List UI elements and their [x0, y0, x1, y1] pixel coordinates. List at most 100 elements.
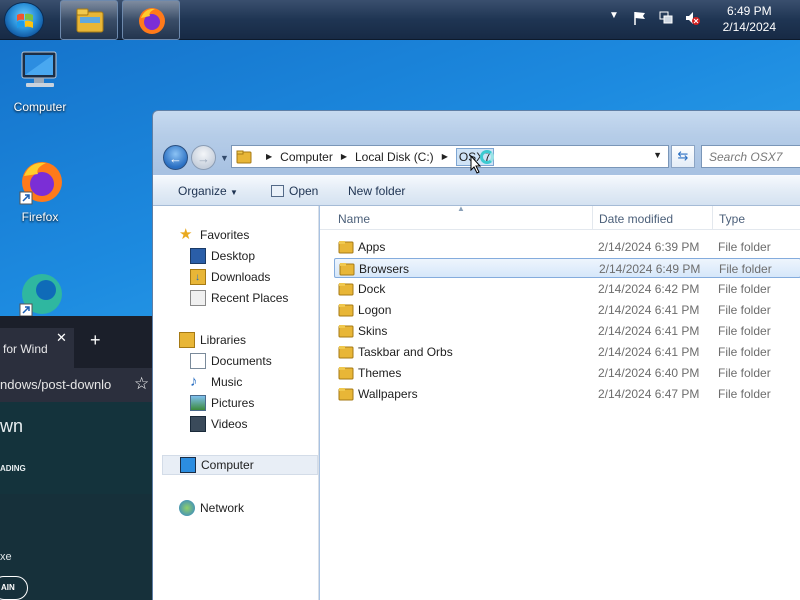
clock[interactable]: 6:49 PM 2/14/2024 — [723, 3, 776, 35]
network-icon[interactable] — [658, 10, 674, 26]
busy-spinner-icon — [480, 150, 494, 164]
breadcrumb: ▶ Computer ▶ Local Disk (C:) ▶ OSX7 — [258, 146, 494, 167]
breadcrumb-local-disk[interactable]: Local Disk (C:) — [355, 150, 434, 164]
site-nav-item[interactable]: ADING — [0, 464, 26, 473]
taskbar-firefox-button[interactable] — [122, 0, 180, 40]
file-list: Name ▲ Date modified Type Apps 2/14/2024… — [320, 204, 800, 600]
address-history-dropdown-icon[interactable]: ▼ — [653, 150, 662, 160]
file-row-dock[interactable]: Dock 2/14/2024 6:42 PM File folder — [334, 279, 800, 299]
volume-muted-icon[interactable] — [684, 10, 700, 26]
network-icon — [179, 500, 195, 516]
site-download-button[interactable]: AIN — [0, 576, 28, 600]
desktop-icon-computer[interactable]: Computer — [0, 48, 80, 114]
firefox-icon — [139, 8, 165, 34]
file-date: 2/14/2024 6:40 PM — [598, 366, 700, 380]
site-body: xe AIN — [0, 494, 160, 600]
bookmark-star-icon[interactable]: ☆ — [134, 374, 149, 394]
nav-item-computer[interactable]: Computer — [162, 455, 318, 475]
libraries-label: Libraries — [200, 333, 247, 347]
file-row-logon[interactable]: Logon 2/14/2024 6:41 PM File folder — [334, 300, 800, 320]
close-tab-icon[interactable]: ✕ — [56, 330, 67, 346]
open-label: Open — [289, 184, 319, 198]
file-name: Browsers — [359, 262, 410, 276]
taskbar-explorer-button[interactable] — [60, 0, 118, 40]
breadcrumb-computer[interactable]: Computer — [280, 150, 333, 164]
file-row-themes[interactable]: Themes 2/14/2024 6:40 PM File folder — [334, 363, 800, 383]
desktop-icon-firefox[interactable]: Firefox — [0, 158, 80, 224]
star-icon: ★ — [179, 226, 193, 243]
nav-item-label: Downloads — [211, 270, 271, 284]
nav-item-videos[interactable]: Videos — [190, 414, 247, 434]
nav-item-documents[interactable]: Documents — [190, 351, 272, 371]
browser-url-text: ndows/post-downlo — [0, 377, 112, 392]
breadcrumb-chevron-icon[interactable]: ▶ — [266, 152, 272, 161]
file-row-apps[interactable]: Apps 2/14/2024 6:39 PM File folder — [334, 237, 800, 257]
nav-item-label: Desktop — [211, 249, 256, 263]
site-download-button-label: AIN — [1, 583, 15, 592]
new-folder-label: New folder — [348, 184, 406, 198]
chevron-down-icon: ▼ — [230, 188, 238, 197]
file-type: File folder — [719, 262, 772, 276]
recent-pages-dropdown-icon[interactable]: ▼ — [220, 153, 229, 163]
back-arrow-icon: ← — [169, 151, 182, 166]
navigation-pane: ★ Favorites Desktop ↓ Downloads Recent P… — [153, 206, 319, 600]
column-header-date[interactable]: Date modified — [599, 212, 673, 226]
nav-item-downloads[interactable]: ↓ Downloads — [190, 267, 270, 287]
libraries-header[interactable]: Libraries — [179, 330, 246, 350]
browser-tab-title: for Wind — [3, 342, 48, 356]
address-bar[interactable]: ▶ Computer ▶ Local Disk (C:) ▶ OSX7 ▼ — [231, 145, 669, 168]
breadcrumb-chevron-icon[interactable]: ▶ — [442, 152, 448, 161]
back-button[interactable]: ← — [163, 145, 188, 170]
file-name: Themes — [358, 366, 402, 380]
recent-places-icon — [190, 290, 206, 306]
column-divider[interactable] — [712, 206, 713, 230]
column-header-type[interactable]: Type — [719, 212, 745, 226]
file-name: Skins — [358, 324, 388, 338]
forward-button[interactable]: → — [191, 145, 216, 170]
file-type: File folder — [718, 282, 771, 296]
site-header: wn ADING — [0, 402, 160, 494]
browser-url-bar[interactable]: ndows/post-downlo ☆ — [0, 368, 160, 402]
new-tab-icon[interactable]: + — [90, 330, 101, 351]
file-row-taskbar-and-orbs[interactable]: Taskbar and Orbs 2/14/2024 6:41 PM File … — [334, 342, 800, 362]
show-hidden-icons-icon[interactable]: ▼ — [606, 10, 622, 26]
breadcrumb-chevron-icon[interactable]: ▶ — [341, 152, 347, 161]
column-header-name[interactable]: Name — [338, 212, 370, 226]
clock-date: 2/14/2024 — [722, 20, 776, 34]
computer-icon — [180, 457, 196, 473]
file-row-wallpapers[interactable]: Wallpapers 2/14/2024 6:47 PM File folder — [334, 384, 800, 404]
file-type: File folder — [718, 366, 771, 380]
firefox-shortcut-icon — [16, 158, 64, 206]
search-input[interactable]: Search OSX7 — [701, 145, 800, 168]
browser-window[interactable]: for Wind ✕ + ndows/post-downlo ☆ wn ADIN… — [0, 316, 160, 600]
file-date: 2/14/2024 6:47 PM — [598, 387, 700, 401]
favorites-header[interactable]: ★ Favorites — [179, 225, 249, 245]
taskbar: ▼ 6:49 PM 2/14/2024 — [0, 0, 800, 40]
nav-item-label: Network — [200, 501, 245, 515]
file-row-browsers[interactable]: Browsers 2/14/2024 6:49 PM File folder — [334, 258, 800, 278]
refresh-button[interactable]: ⇆ — [671, 145, 695, 168]
nav-item-network[interactable]: Network — [179, 498, 244, 518]
nav-item-desktop[interactable]: Desktop — [190, 246, 255, 266]
folder-icon — [236, 150, 252, 164]
nav-item-pictures[interactable]: Pictures — [190, 393, 254, 413]
file-type: File folder — [718, 324, 771, 338]
organize-button[interactable]: Organize ▼ — [178, 184, 238, 198]
forward-arrow-icon: → — [197, 151, 210, 166]
file-type: File folder — [718, 303, 771, 317]
new-folder-button[interactable]: New folder — [348, 184, 405, 198]
action-center-flag-icon[interactable] — [632, 10, 648, 26]
downloads-folder-icon: ↓ — [190, 269, 206, 285]
file-row-skins[interactable]: Skins 2/14/2024 6:41 PM File folder — [334, 321, 800, 341]
command-bar: Organize ▼ Open New folder — [153, 175, 800, 206]
column-divider[interactable] — [592, 206, 593, 230]
open-button[interactable]: Open — [271, 184, 318, 198]
site-logo[interactable]: wn — [0, 416, 23, 437]
desktop-icon-edge[interactable] — [0, 270, 80, 322]
nav-item-label: Computer — [201, 458, 254, 472]
start-button[interactable] — [4, 2, 44, 38]
nav-item-recent-places[interactable]: Recent Places — [190, 288, 288, 308]
nav-item-music[interactable]: ♪ Music — [190, 372, 242, 392]
nav-item-label: Pictures — [211, 396, 255, 410]
file-name: Wallpapers — [358, 387, 418, 401]
